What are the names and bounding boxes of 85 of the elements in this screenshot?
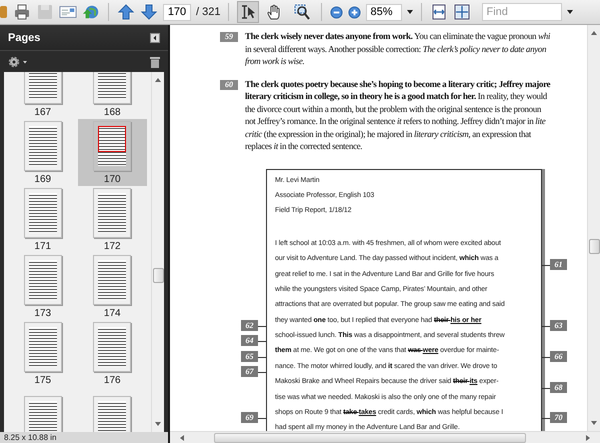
scroll-up-icon[interactable] xyxy=(155,78,161,82)
page-number: 174 xyxy=(104,308,121,318)
page-item[interactable]: 171 xyxy=(8,186,78,253)
callout-number-badge: 65 xyxy=(241,350,258,362)
next-page-icon[interactable] xyxy=(140,3,158,21)
page-item[interactable]: 173 xyxy=(8,253,78,320)
globe-arrow-icon[interactable] xyxy=(82,3,100,21)
scroll-thumb[interactable] xyxy=(588,239,600,254)
scroll-thumb[interactable] xyxy=(214,432,526,442)
page-number: 172 xyxy=(104,240,121,252)
answer-text-line: critic (the expression in the original); he majored in literary criticism, an expression that xyxy=(245,128,532,140)
select-tool-button[interactable] xyxy=(237,1,260,23)
fit-page-icon[interactable] xyxy=(453,3,472,21)
horizontal-scrollbar[interactable] xyxy=(170,431,600,443)
page-thumbnail xyxy=(93,322,132,372)
answer-number-badge: 60 xyxy=(220,80,238,90)
previous-page-icon[interactable] xyxy=(117,3,135,21)
callout-number-badge: 64 xyxy=(241,335,258,346)
page-item[interactable]: 175 xyxy=(8,320,78,387)
zoom-field[interactable]: 85% xyxy=(366,4,402,20)
answer-text-line: The clerk wisely never dates anyone from work. You can eliminate the vague pronoun whi xyxy=(245,30,550,42)
zoom-in-icon[interactable] xyxy=(348,6,362,18)
page-item[interactable]: 167 xyxy=(8,72,78,119)
page-thumbnail xyxy=(24,120,62,170)
caret-icon[interactable] xyxy=(567,10,574,14)
page-number: 168 xyxy=(104,106,121,118)
page-item[interactable]: 176 xyxy=(78,320,147,387)
page-size-status: 8.25 x 10.88 in xyxy=(0,432,168,443)
fit-width-icon[interactable] xyxy=(430,3,448,21)
page-thumbnail xyxy=(24,188,62,238)
scroll-up-icon[interactable] xyxy=(591,31,597,35)
scroll-down-icon[interactable] xyxy=(591,421,597,425)
gear-icon[interactable] xyxy=(8,56,28,68)
scrollbar[interactable] xyxy=(587,25,600,431)
scroll-down-icon[interactable] xyxy=(155,422,161,426)
answer-text-line: from work is wise. xyxy=(245,55,306,68)
zoom-out-icon[interactable] xyxy=(330,6,344,18)
page-total: / 321 xyxy=(196,6,220,18)
scroll-thumb[interactable] xyxy=(152,268,164,283)
toolbar-icon[interactable] xyxy=(0,3,8,21)
callout-number-badge: 68 xyxy=(550,382,567,393)
page-thumbnail xyxy=(24,254,62,304)
scroll-right-icon[interactable] xyxy=(586,434,590,440)
callout-number-badge: 63 xyxy=(550,320,567,332)
collapse-panel-icon[interactable] xyxy=(150,32,160,42)
page-number: 169 xyxy=(34,174,52,184)
page-thumbnail xyxy=(93,254,132,304)
answer-text-line: literary criticism in college, so in theory he is a good match for her. In reality, they would xyxy=(245,90,548,102)
find-field[interactable]: Find xyxy=(482,3,562,21)
answer-number-badge: 59 xyxy=(220,32,238,42)
caret-icon[interactable] xyxy=(407,10,414,14)
callout-number-badge: 66 xyxy=(550,350,567,362)
email-icon[interactable] xyxy=(59,3,77,21)
print-icon[interactable] xyxy=(13,3,31,21)
page-item[interactable]: 174 xyxy=(78,253,147,320)
answer-text-line: in several different ways. Another possible correction: The clerk’s policy never to date anyon xyxy=(245,42,548,55)
page-number: 175 xyxy=(34,374,52,386)
scroll-left-icon[interactable] xyxy=(180,434,184,440)
answer-text-line: the divorce court within a month, but the problem with the original sentence is the pronoun xyxy=(245,102,542,115)
page-item[interactable]: 168 xyxy=(78,72,147,119)
page-thumbnail xyxy=(24,322,62,372)
page-item[interactable]: 170 xyxy=(78,119,147,186)
page-thumbnail xyxy=(93,188,132,238)
page-number: 173 xyxy=(34,308,52,318)
answer-text-line: The clerk quotes poetry because she’s hoping to become a literary critic; Jeffrey majore xyxy=(245,78,550,90)
page-thumbnail xyxy=(24,396,62,432)
callout-number-badge: 67 xyxy=(241,366,258,378)
page-number: 170 xyxy=(104,174,121,184)
page-number: 176 xyxy=(104,374,121,386)
page-number-field[interactable]: 170 xyxy=(163,4,191,20)
page-item[interactable]: 169 xyxy=(8,119,78,186)
scrollbar[interactable] xyxy=(151,72,164,432)
trash-icon[interactable] xyxy=(150,56,160,68)
answer-text-line: replaces it in the corrected sentence. xyxy=(245,140,364,152)
page-item[interactable]: 172 xyxy=(78,186,147,253)
panel-title: Pages xyxy=(8,32,40,44)
answer-text-line: not Jeffrey’s romance. In the original sentence it refers to nothing. Jeffrey didn’t major in lite xyxy=(245,115,546,128)
view-area-frame xyxy=(98,126,126,152)
callout-number-badge: 62 xyxy=(241,320,258,332)
page-thumbnail xyxy=(93,396,132,432)
page-number: 171 xyxy=(34,240,52,252)
callout-number-badge: 61 xyxy=(550,258,567,270)
callout-number-badge: 70 xyxy=(550,412,567,424)
page-number: 167 xyxy=(34,106,52,118)
callout-number-badge: 69 xyxy=(241,412,258,424)
